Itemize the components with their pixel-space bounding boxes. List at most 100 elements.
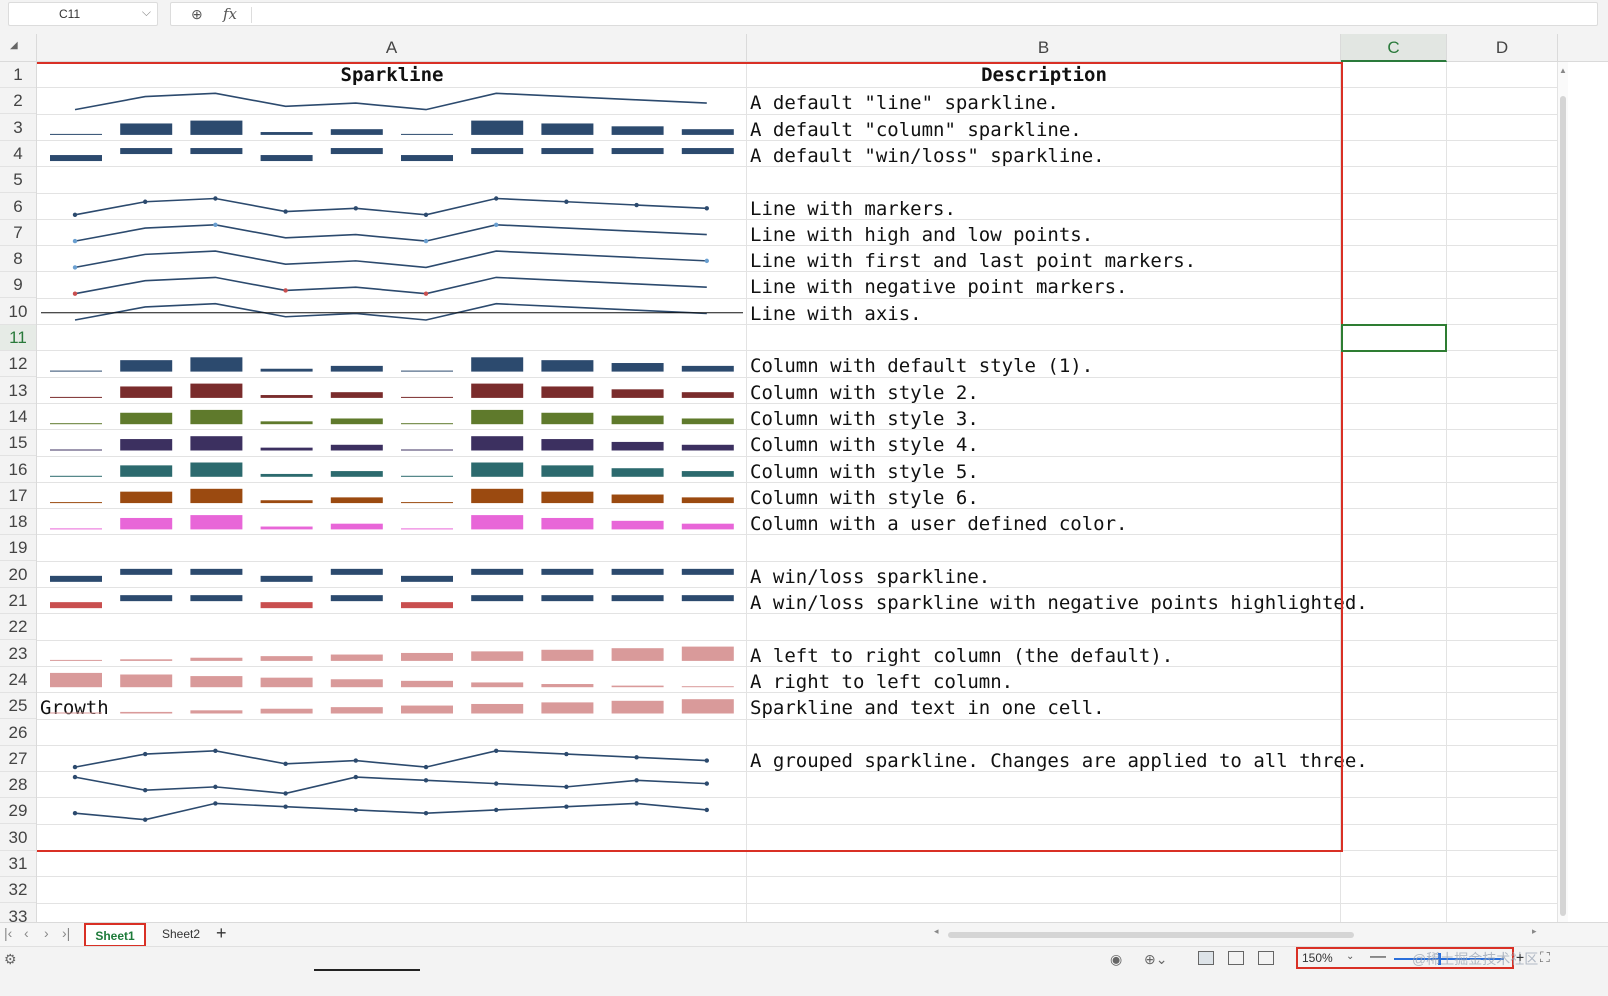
sparkline-column [681,497,734,504]
scroll-thumb[interactable] [1560,96,1566,916]
description-cell[interactable]: A default "line" sparkline. [750,90,1059,116]
sparkline-column [50,423,102,425]
description-cell[interactable]: Line with axis. [750,301,922,327]
tab-sheet1[interactable]: Sheet1 [84,923,146,947]
row-header-20[interactable]: 20 [0,562,36,588]
prev-sheet-icon[interactable]: ‹ [24,925,29,941]
row-header-32[interactable]: 32 [0,877,36,904]
column-header-b[interactable]: B [747,34,1341,62]
page-layout-icon[interactable] [1228,951,1244,965]
sparkline-winloss [50,575,102,582]
description-cell[interactable]: Line with negative point markers. [750,274,1128,300]
row-header-2[interactable]: 2 [0,88,36,115]
row-header-14[interactable]: 14 [0,404,36,430]
chevron-down-icon[interactable]: ⌄ [1346,951,1354,962]
sparkline-column [330,497,383,504]
row-header-22[interactable]: 22 [0,614,36,641]
row-header-5[interactable]: 5 [0,167,36,194]
description-cell[interactable]: A default "win/loss" sparkline. [750,143,1105,169]
row-header-23[interactable]: 23 [0,641,36,667]
column-header-d[interactable]: D [1447,34,1558,62]
first-sheet-icon[interactable]: |‹ [4,925,12,941]
description-cell[interactable]: Column with a user defined color. [750,511,1128,537]
fit-screen-icon[interactable]: ⛶ [1540,949,1550,966]
description-cell[interactable]: Column with style 4. [750,432,979,458]
row-header-8[interactable]: 8 [0,246,36,273]
scroll-up-icon[interactable]: ▲ [1559,66,1567,75]
normal-view-icon[interactable] [1198,951,1214,965]
row-header-1[interactable]: 1 [0,62,36,88]
description-cell[interactable]: A win/loss sparkline with negative point… [750,590,1368,616]
row-header-4[interactable]: 4 [0,141,36,167]
row-header-31[interactable]: 31 [0,851,36,877]
row-header-10[interactable]: 10 [0,299,36,325]
sparkline-line [74,776,707,795]
vertical-scrollbar[interactable]: ▲ [1558,62,1568,922]
sparkline-column [190,488,243,504]
row-header-18[interactable]: 18 [0,509,36,536]
function-icon[interactable]: fx [223,5,237,23]
row-header-19[interactable]: 19 [0,535,36,562]
header-description[interactable]: Description [747,62,1341,88]
row-header-11[interactable]: 11 [0,325,36,351]
description-cell[interactable]: Column with style 2. [750,380,979,406]
sparkline-column [330,365,383,372]
row-header-7[interactable]: 7 [0,220,36,246]
last-sheet-icon[interactable]: ›| [62,925,70,941]
next-sheet-icon[interactable]: › [44,925,49,941]
row-header-6[interactable]: 6 [0,194,36,220]
macro-icon[interactable]: ⚙ [4,951,17,968]
row-header-26[interactable]: 26 [0,720,36,746]
zoom-level[interactable]: 150% [1302,951,1333,965]
description-cell[interactable]: Column with style 5. [750,459,979,485]
magnifier-icon[interactable]: ⊕ [191,6,203,23]
description-cell[interactable]: A left to right column (the default). [750,643,1173,669]
row-header-15[interactable]: 15 [0,430,36,457]
description-cell[interactable]: A default "column" sparkline. [750,117,1082,143]
row-header-16[interactable]: 16 [0,457,36,483]
chevron-down-icon[interactable]: ⌵ [142,5,151,20]
description-cell[interactable]: Column with style 3. [750,406,979,432]
sparkline-winloss [541,568,594,575]
row-header-3[interactable]: 3 [0,115,36,141]
eye-icon[interactable]: ◉ [1110,951,1122,968]
scroll-left-icon[interactable]: ◂ [934,926,939,937]
sparkline-marker [353,206,358,211]
row-header-13[interactable]: 13 [0,378,36,404]
name-box[interactable]: C11 ⌵ [8,2,158,26]
description-cell[interactable]: Sparkline and text in one cell. [750,695,1105,721]
row-header-28[interactable]: 28 [0,772,36,799]
row-header-17[interactable]: 17 [0,483,36,509]
description-cell[interactable]: A grouped sparkline. Changes are applied… [750,748,1368,774]
column-header-c[interactable]: C [1341,34,1447,62]
zoom-out-button[interactable]: — [1370,948,1386,966]
selected-cell[interactable] [1341,324,1447,352]
description-cell[interactable]: Line with markers. [750,196,956,222]
description-cell[interactable]: Line with first and last point markers. [750,248,1196,274]
formula-input[interactable]: ⊕ fx [170,2,1598,26]
row-header-33[interactable]: 33 [0,904,36,922]
scroll-right-icon[interactable]: ▸ [1532,926,1537,937]
row-header-30[interactable]: 30 [0,825,36,851]
description-cell[interactable]: A win/loss sparkline. [750,564,990,590]
description-cell[interactable]: Column with style 6. [750,485,979,511]
location-icon[interactable]: ⊕⌄ [1144,951,1167,968]
page-break-icon[interactable] [1258,951,1274,965]
horizontal-scroll-thumb[interactable] [948,932,1354,938]
column-header-a[interactable]: A [37,34,747,62]
zoom-in-button[interactable]: + [1516,949,1524,965]
row-header-21[interactable]: 21 [0,588,36,614]
tab-sheet2[interactable]: Sheet2 [152,923,210,947]
row-header-24[interactable]: 24 [0,667,36,693]
description-cell[interactable]: Line with high and low points. [750,222,1093,248]
select-all-corner[interactable]: ◢ [0,34,37,62]
row-header-29[interactable]: 29 [0,798,36,825]
row-header-27[interactable]: 27 [0,746,36,772]
add-sheet-button[interactable]: + [216,923,227,944]
description-cell[interactable]: A right to left column. [750,669,1013,695]
row-header-9[interactable]: 9 [0,272,36,299]
cell-grid[interactable]: Sparkline Description A default "line" s… [37,62,1558,922]
row-header-25[interactable]: 25 [0,693,36,720]
row-header-12[interactable]: 12 [0,351,36,378]
description-cell[interactable]: Column with default style (1). [750,353,1093,379]
